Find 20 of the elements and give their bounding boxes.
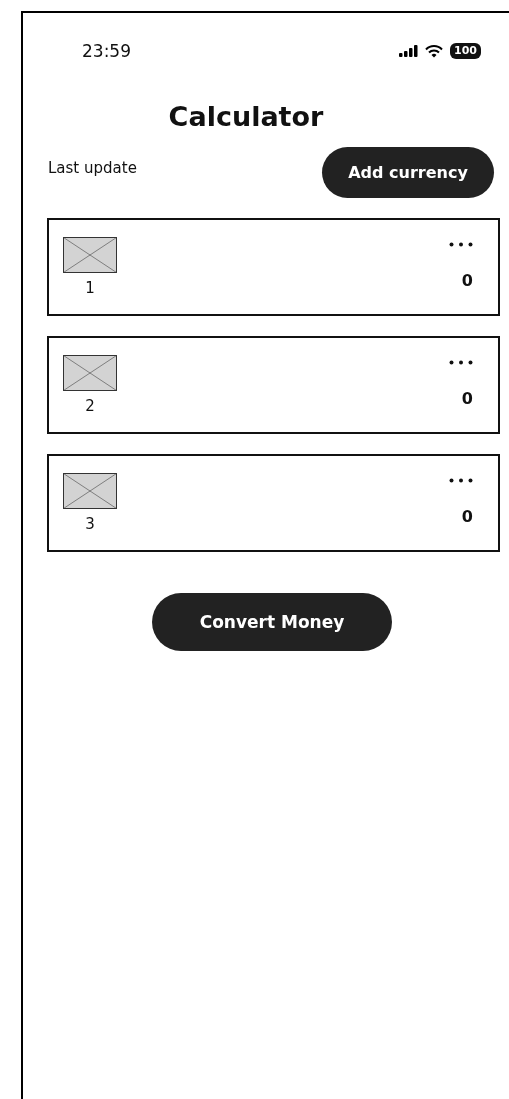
image-placeholder [63, 473, 117, 509]
currency-label: 1 [85, 279, 95, 297]
more-icon[interactable] [449, 360, 473, 365]
currency-amount: 0 [461, 507, 473, 526]
signal-icon [399, 45, 419, 57]
currency-amount: 0 [461, 271, 473, 290]
currency-label: 3 [85, 515, 95, 533]
status-time: 23:59 [82, 41, 131, 61]
currency-amount: 0 [461, 389, 473, 408]
last-update-label: Last update [48, 159, 137, 177]
wifi-icon [425, 44, 444, 58]
image-placeholder [63, 355, 117, 391]
image-placeholder [63, 237, 117, 273]
more-icon[interactable] [449, 478, 473, 483]
add-currency-button[interactable]: Add currency [322, 147, 494, 198]
page-title: Calculator [167, 101, 325, 132]
more-icon[interactable] [449, 242, 473, 247]
convert-money-button[interactable]: Convert Money [152, 593, 392, 651]
currency-label: 2 [85, 397, 95, 415]
battery-indicator: 100 [450, 43, 481, 59]
